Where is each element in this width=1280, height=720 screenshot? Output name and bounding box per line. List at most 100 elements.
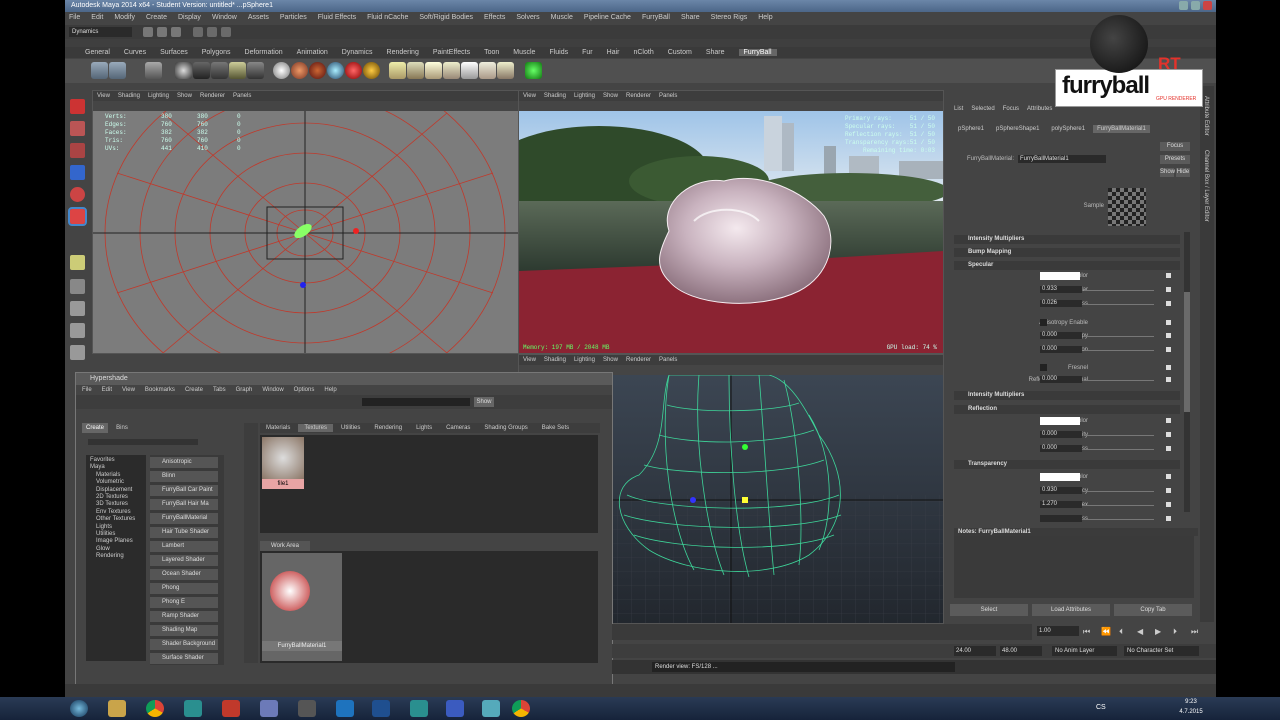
hs-menu-graph[interactable]: Graph <box>236 387 253 393</box>
menu-fluid-ncache[interactable]: Fluid nCache <box>367 14 408 21</box>
create-tree-item[interactable]: Displacement <box>96 487 132 493</box>
ae-attr-slider[interactable] <box>1084 380 1154 381</box>
go-to-start-icon[interactable]: ⏮ <box>1083 627 1090 637</box>
minimize-icon[interactable] <box>1179 1 1188 10</box>
menu-assets[interactable]: Assets <box>248 14 269 21</box>
pivot-y-icon[interactable] <box>742 444 748 450</box>
fur-density-icon[interactable] <box>443 62 460 79</box>
menu-edit[interactable]: Edit <box>91 14 103 21</box>
furryball-character-icon[interactable] <box>525 62 542 79</box>
unity-icon[interactable] <box>298 700 316 717</box>
map-button-icon[interactable] <box>1166 432 1171 437</box>
acrobat-icon[interactable] <box>222 700 240 717</box>
photoshop-icon[interactable] <box>372 700 390 717</box>
hs-tab-textures[interactable]: Textures <box>298 424 334 432</box>
hypershade-titlebar[interactable]: Hypershade <box>76 373 612 385</box>
shelf-tab-ncloth[interactable]: nCloth <box>633 49 653 56</box>
shelf-tab-toon[interactable]: Toon <box>484 49 499 56</box>
maya-taskbar-icon[interactable] <box>184 700 202 717</box>
lasso-tool-icon[interactable] <box>70 121 85 136</box>
fur-feather-icon[interactable] <box>389 62 406 79</box>
shelf-tab-fur[interactable]: Fur <box>582 49 593 56</box>
menu-show[interactable]: Show <box>177 93 192 99</box>
create-tree-item[interactable]: 3D Textures <box>96 501 128 507</box>
render-menu-lighting[interactable]: Lighting <box>574 93 595 99</box>
shelf-tab-fluids[interactable]: Fluids <box>549 49 568 56</box>
sphere-material-icon[interactable] <box>273 62 290 79</box>
ae-section-header[interactable]: Transparency <box>954 460 1180 469</box>
window-titlebar[interactable]: Autodesk Maya 2014 x64 - Student Version… <box>65 0 1216 12</box>
file-texture-label[interactable]: file1 <box>262 479 304 489</box>
single-pane-layout-icon[interactable] <box>70 279 85 294</box>
shelf-tab-general[interactable]: General <box>85 49 110 56</box>
ae-attr-slider[interactable] <box>1084 491 1154 492</box>
shelf-tab-furryball[interactable]: FurryBall <box>738 49 777 56</box>
hs-menu-help[interactable]: Help <box>324 387 336 393</box>
ae-section-header[interactable]: Intensity Multipliers <box>954 235 1180 244</box>
shader-button[interactable]: Anisotropic <box>150 457 218 468</box>
create-tree-item[interactable]: Favorites <box>90 457 115 463</box>
map-button-icon[interactable] <box>1166 488 1171 493</box>
ae-attr-slider[interactable] <box>1084 435 1154 436</box>
shelf-tab-painteffects[interactable]: PaintEffects <box>433 49 470 56</box>
ae-attr-field[interactable]: 1.270 <box>1040 501 1082 508</box>
open-scene-icon[interactable] <box>157 27 167 37</box>
shelf-tab-polygons[interactable]: Polygons <box>202 49 231 56</box>
new-scene-icon[interactable] <box>143 27 153 37</box>
ae-section-header[interactable]: Bump Mapping <box>954 248 1180 257</box>
persp-menu-panels[interactable]: Panels <box>659 357 677 363</box>
menu-display[interactable]: Display <box>178 14 201 21</box>
hypershade-search-input[interactable] <box>362 398 470 406</box>
persp-menu-renderer[interactable]: Renderer <box>626 357 651 363</box>
material-name-field[interactable]: FurryBallMaterial1 <box>1018 155 1106 163</box>
mode-selector[interactable]: Dynamics <box>69 27 132 37</box>
notes-textarea[interactable] <box>954 536 1194 598</box>
pivot-z-icon[interactable] <box>300 282 306 288</box>
gold-material-icon[interactable] <box>363 62 380 79</box>
rotate-tool-icon[interactable] <box>70 187 85 202</box>
next-key-icon[interactable]: ⏵ <box>1173 627 1177 637</box>
four-pane-layout-icon[interactable] <box>70 301 85 316</box>
fur-hair-icon[interactable] <box>461 62 478 79</box>
hs-menu-tabs[interactable]: Tabs <box>213 387 226 393</box>
ae-attr-slider[interactable] <box>1084 304 1154 305</box>
work-area-tab[interactable]: Work Area <box>260 541 310 551</box>
shader-button[interactable]: Blinn <box>150 471 218 482</box>
file-texture-thumbnail[interactable] <box>262 437 304 479</box>
ae-section-header[interactable]: Specular <box>954 261 1180 270</box>
hs-menu-window[interactable]: Window <box>262 387 283 393</box>
camera-icon[interactable] <box>175 62 192 79</box>
ae-attr-field[interactable]: 0.000 <box>1040 445 1082 452</box>
ae-attr-slider[interactable] <box>1084 449 1154 450</box>
chrome-alt-icon[interactable] <box>512 700 530 717</box>
select-component-icon[interactable] <box>221 27 231 37</box>
viewport-render[interactable]: View Shading Lighting Show Renderer Panels Pr… <box>518 90 944 354</box>
command-line[interactable]: Render view: FS/128 ... <box>612 660 1216 674</box>
ae-attr-slider[interactable] <box>1084 350 1154 351</box>
pivot-x-icon[interactable] <box>353 228 359 234</box>
create-tree-item[interactable]: Glow <box>96 546 110 552</box>
persp-menu-show[interactable]: Show <box>603 357 618 363</box>
shader-button[interactable]: Shader Background <box>150 639 218 650</box>
ae-node-tab[interactable]: pSphereShape1 <box>992 125 1043 133</box>
close-icon[interactable] <box>1203 1 1212 10</box>
presets-button[interactable]: Presets <box>1160 155 1190 164</box>
go-to-end-icon[interactable]: ⏭ <box>1191 627 1198 637</box>
chrome-icon[interactable] <box>146 700 164 717</box>
menu-panels[interactable]: Panels <box>233 93 251 99</box>
material-node[interactable]: FurryBallMaterial1 <box>262 553 342 661</box>
ae-scrollbar-thumb[interactable] <box>1184 292 1190 412</box>
menu-pipeline-cache[interactable]: Pipeline Cache <box>584 14 631 21</box>
menu-particles[interactable]: Particles <box>280 14 307 21</box>
maya-alt-icon[interactable] <box>410 700 428 717</box>
persp-menu-shading[interactable]: Shading <box>544 357 566 363</box>
save-scene-icon[interactable] <box>171 27 181 37</box>
pivot-center-icon[interactable] <box>742 497 748 503</box>
ae-attr-field[interactable]: 0.000 <box>1040 332 1082 339</box>
outliner-layout-icon[interactable] <box>70 345 85 360</box>
hs-tab-lights[interactable]: Lights <box>410 424 438 432</box>
shelf-tab-deformation[interactable]: Deformation <box>245 49 283 56</box>
create-filter-slider[interactable] <box>88 439 198 445</box>
maximize-icon[interactable] <box>1191 1 1200 10</box>
ae-node-tab[interactable]: FurryBallMaterial1 <box>1093 125 1150 133</box>
